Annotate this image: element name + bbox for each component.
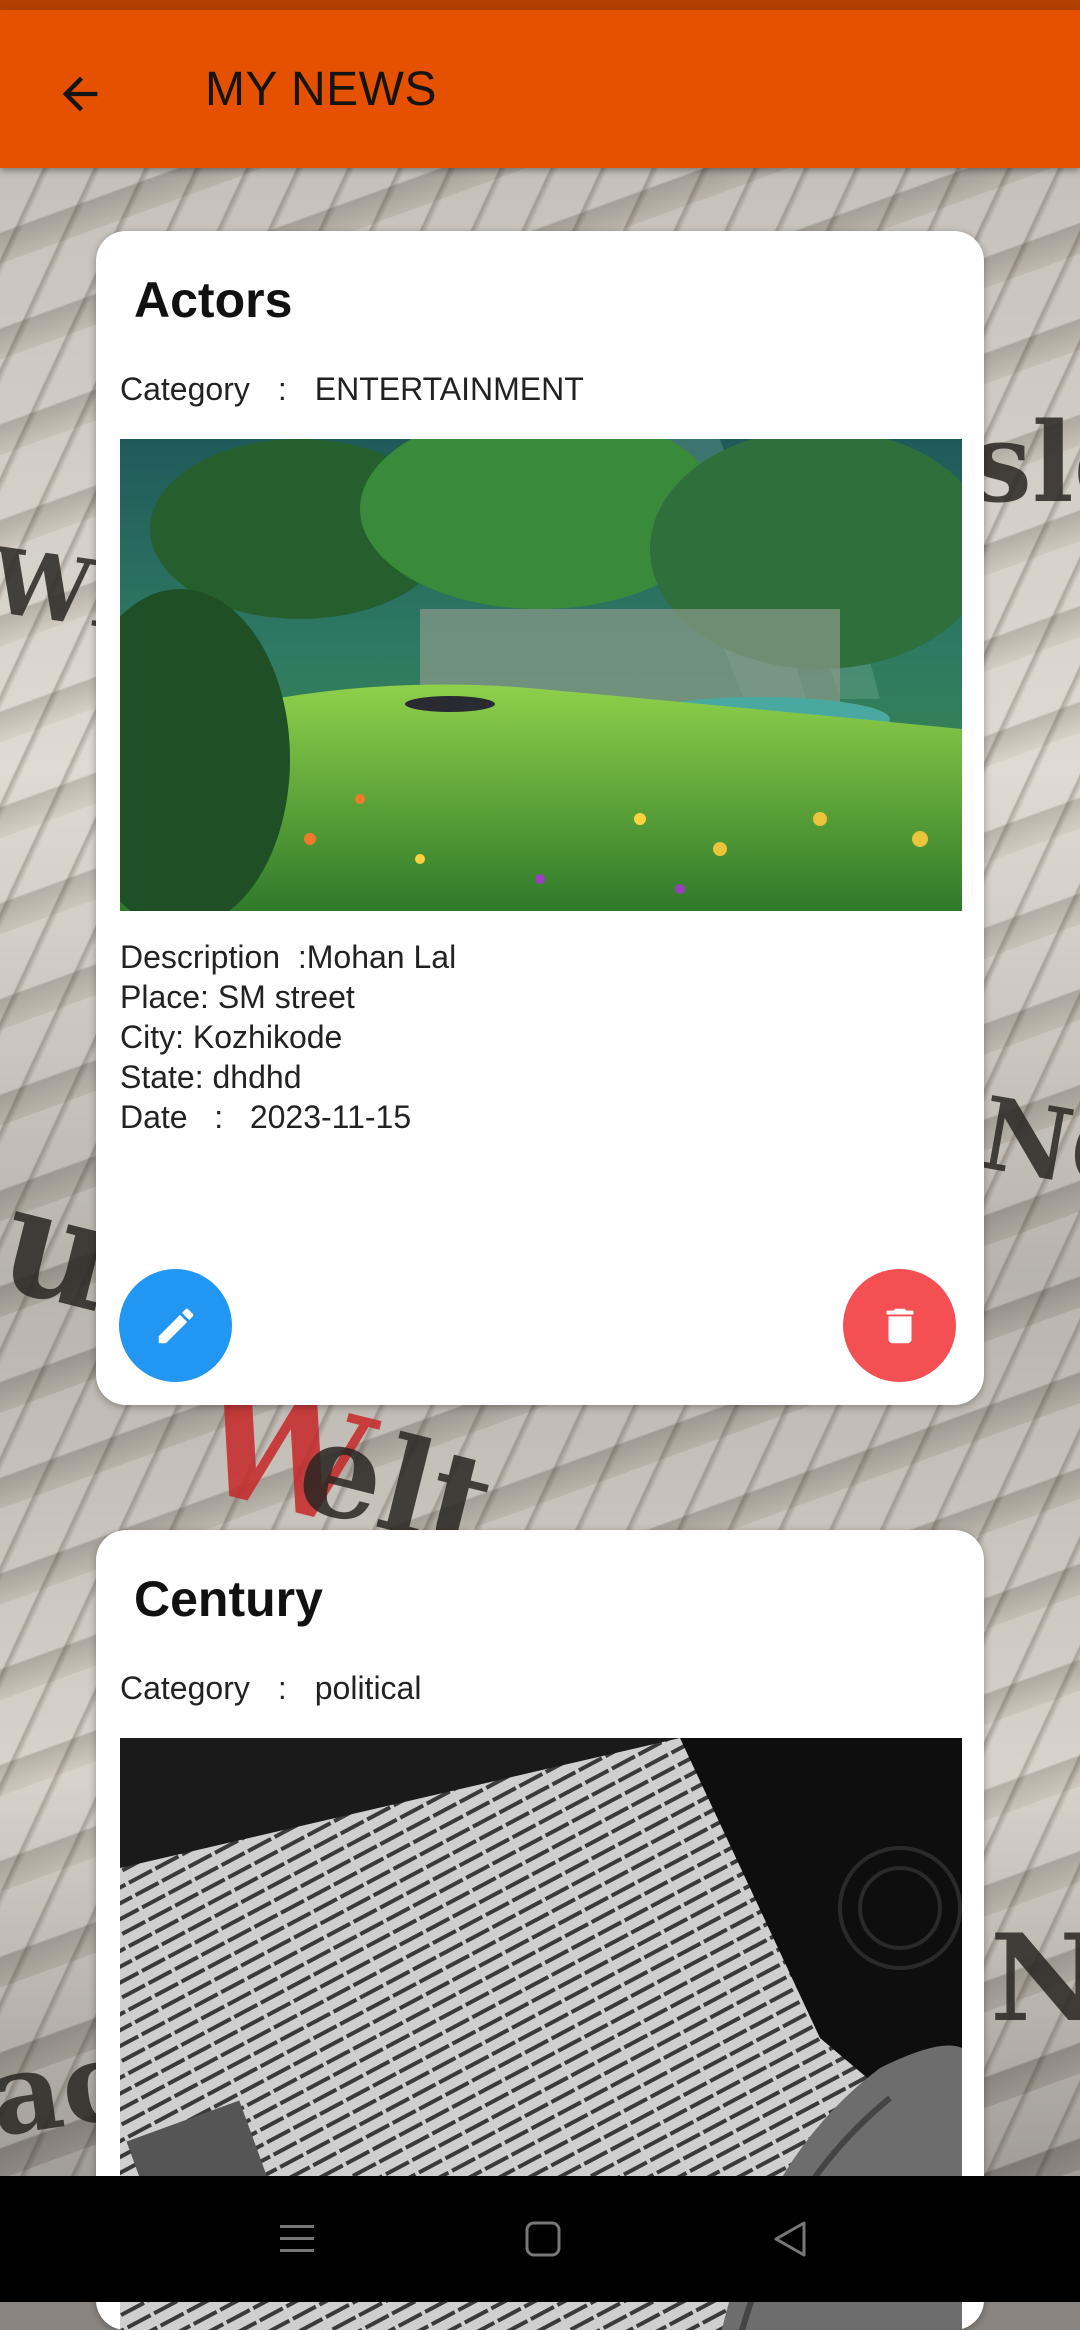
arrow-left-icon xyxy=(62,76,98,112)
delete-button[interactable] xyxy=(843,1269,956,1382)
category-separator: : xyxy=(277,371,287,407)
app-bar: MY NEWS xyxy=(0,10,1080,168)
category-value: ENTERTAINMENT xyxy=(314,371,584,407)
description-text: Description :Mohan Lal xyxy=(120,939,457,975)
status-bar xyxy=(0,0,1080,10)
home-icon xyxy=(525,2221,561,2257)
category-line: Category: political xyxy=(120,1670,421,1707)
news-title: Century xyxy=(134,1571,323,1627)
category-label: Category xyxy=(120,1670,250,1706)
nav-back-icon xyxy=(774,2221,806,2257)
category-value: political xyxy=(314,1670,422,1706)
recent-apps-button[interactable] xyxy=(267,2209,327,2269)
recent-apps-icon xyxy=(280,2225,314,2252)
back-button[interactable] xyxy=(40,54,120,134)
edit-button[interactable] xyxy=(119,1269,232,1382)
news-card[interactable]: Actors Category: ENTERTAINMENT Descripti… xyxy=(96,231,984,1405)
category-line: Category: ENTERTAINMENT xyxy=(120,371,584,408)
nav-back-button[interactable] xyxy=(760,2209,820,2269)
news-image xyxy=(120,439,962,911)
place-text: Place: SM street xyxy=(120,979,355,1015)
news-title: Actors xyxy=(134,272,293,328)
home-button[interactable] xyxy=(513,2209,573,2269)
meadow-landscape-image xyxy=(120,439,962,911)
city-text: City: Kozhikode xyxy=(120,1019,343,1055)
news-details: Description :Mohan Lal Place: SM street … xyxy=(120,937,456,1137)
category-separator: : xyxy=(277,1670,287,1706)
state-text: State: dhdhd xyxy=(120,1059,302,1095)
page-title: MY NEWS xyxy=(205,63,437,116)
trash-icon xyxy=(886,1308,913,1343)
pencil-icon xyxy=(158,1308,193,1343)
system-navigation-bar xyxy=(0,2176,1080,2302)
date-text: Date : 2023-11-15 xyxy=(120,1099,412,1135)
category-label: Category xyxy=(120,371,250,407)
